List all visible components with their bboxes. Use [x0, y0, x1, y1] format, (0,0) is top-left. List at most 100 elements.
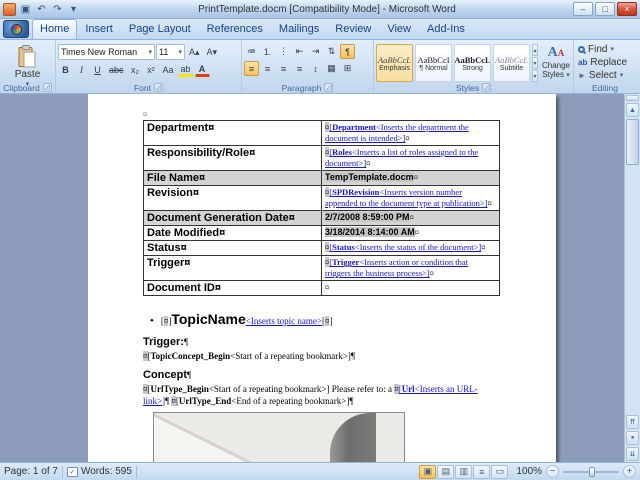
- row-value-cell[interactable]: ¤[SPDRevision<Inserts version number app…: [321, 185, 500, 212]
- maximize-button[interactable]: □: [595, 2, 615, 16]
- decrease-indent-button[interactable]: ⇤: [292, 44, 307, 59]
- row-value-cell[interactable]: TempTemplate.docm¤: [321, 170, 500, 187]
- word-count[interactable]: ✓ Words: 595: [66, 466, 132, 477]
- scroll-up-button[interactable]: ▲: [626, 103, 639, 117]
- underline-button[interactable]: U: [90, 62, 105, 77]
- increase-indent-button[interactable]: ⇥: [308, 44, 323, 59]
- row-value-cell[interactable]: 3/18/2014 8:14:00 AM¤: [321, 225, 500, 242]
- row-label-cell[interactable]: Status¤: [143, 240, 322, 257]
- italic-button[interactable]: I: [74, 62, 89, 77]
- tab-page-layout[interactable]: Page Layout: [121, 19, 199, 39]
- line-spacing-button[interactable]: ↕: [308, 61, 323, 76]
- grow-font-button[interactable]: A▴: [186, 45, 203, 60]
- row-value-cell[interactable]: ¤[Trigger<Inserts action or condition th…: [321, 255, 500, 282]
- justify-button[interactable]: ≡: [292, 61, 307, 76]
- tab-insert[interactable]: Insert: [77, 19, 121, 39]
- row-value-cell[interactable]: ¤[Status<Inserts the status of the docum…: [321, 240, 500, 257]
- strikethrough-button[interactable]: abc: [106, 62, 127, 77]
- font-size-select[interactable]: 11 ▾: [156, 44, 185, 60]
- gallery-more-button[interactable]: ▾: [532, 70, 538, 82]
- print-layout-button[interactable]: ▣: [419, 464, 437, 479]
- show-formatting-marks-button[interactable]: ¶: [340, 44, 355, 59]
- style-strong[interactable]: AaBbCcL Strong: [454, 44, 491, 82]
- document-image[interactable]: [153, 412, 405, 462]
- shrink-font-button[interactable]: A▾: [204, 45, 221, 60]
- select-browse-object-button[interactable]: ●: [626, 431, 639, 445]
- browse-previous-button[interactable]: ⇈: [626, 415, 639, 429]
- row-value-cell[interactable]: ¤[Department<Inserts the department the …: [321, 119, 500, 147]
- clipboard-dialog-launcher-icon[interactable]: ◿: [42, 83, 52, 92]
- style-emphasis[interactable]: AaBbCcL Emphasis: [376, 44, 413, 82]
- row-label-cell[interactable]: Document ID¤: [143, 280, 322, 297]
- font-size-value: 11: [159, 47, 169, 57]
- subscript-button[interactable]: x₂: [128, 62, 143, 77]
- select-button[interactable]: ► Select ▾: [576, 69, 634, 81]
- style-normal[interactable]: AaBbCcI ¶ Normal: [415, 44, 452, 82]
- superscript-button[interactable]: x²: [144, 62, 159, 77]
- gallery-down-button[interactable]: ▾: [532, 57, 538, 69]
- styles-dialog-launcher-icon[interactable]: ◿: [482, 83, 492, 92]
- document-area[interactable]: ¤ Department¤ ¤[Department<Inserts the de…: [0, 94, 624, 462]
- font-color-button[interactable]: A: [194, 62, 210, 77]
- row-label-cell[interactable]: Document Generation Date¤: [143, 210, 322, 227]
- web-layout-button[interactable]: ▥: [455, 464, 473, 479]
- paragraph-dialog-launcher-icon[interactable]: ◿: [324, 83, 334, 92]
- bullets-button[interactable]: ≔: [244, 44, 259, 59]
- page-indicator[interactable]: Page: 1 of 7: [4, 466, 58, 477]
- qat-customize-button[interactable]: ▾: [66, 2, 81, 17]
- font-dialog-launcher-icon[interactable]: ◿: [154, 83, 163, 92]
- row-label-cell[interactable]: Trigger¤: [143, 255, 322, 282]
- close-button[interactable]: ×: [617, 2, 637, 16]
- tab-view[interactable]: View: [379, 19, 419, 39]
- scroll-thumb[interactable]: [626, 119, 639, 165]
- row-value-cell[interactable]: ¤: [321, 280, 500, 297]
- draft-button[interactable]: ▭: [491, 464, 509, 479]
- scroll-track[interactable]: [625, 166, 640, 414]
- split-handle[interactable]: [626, 95, 639, 101]
- zoom-level[interactable]: 100%: [516, 466, 542, 477]
- gallery-up-button[interactable]: ▴: [532, 44, 538, 56]
- borders-button[interactable]: ⊞: [340, 61, 355, 76]
- minimize-button[interactable]: –: [573, 2, 593, 16]
- tab-references[interactable]: References: [199, 19, 271, 39]
- align-left-button[interactable]: ≡: [244, 61, 259, 76]
- tab-add-ins[interactable]: Add-Ins: [419, 19, 473, 39]
- style-subtitle[interactable]: AaBbCcL Subtitle: [493, 44, 530, 82]
- change-styles-button[interactable]: AA Change Styles ▾: [541, 44, 571, 81]
- text-highlight-button[interactable]: ab: [177, 62, 194, 77]
- align-right-button[interactable]: ≡: [276, 61, 291, 76]
- multilevel-list-button[interactable]: ⋮: [276, 44, 291, 59]
- row-value-cell[interactable]: 2/7/2008 8:59:00 PM¤: [321, 210, 500, 227]
- vertical-scrollbar[interactable]: ▲ ⇈ ● ⇊: [624, 94, 640, 462]
- change-case-button[interactable]: Aa: [160, 62, 177, 77]
- zoom-in-button[interactable]: +: [623, 465, 636, 478]
- replace-button[interactable]: ab Replace: [576, 56, 634, 68]
- office-button[interactable]: [3, 20, 29, 38]
- bold-button[interactable]: B: [58, 62, 73, 77]
- find-button[interactable]: Find ▾: [576, 43, 634, 55]
- undo-icon[interactable]: ↶: [34, 2, 49, 17]
- zoom-slider-thumb[interactable]: [589, 466, 595, 477]
- row-label-cell[interactable]: Revision¤: [143, 185, 322, 212]
- shading-button[interactable]: ▦: [324, 61, 339, 76]
- row-label-cell[interactable]: Responsibility/Role¤: [143, 145, 322, 172]
- row-value-cell[interactable]: ¤[Roles<Inserts a list of roles assigned…: [321, 145, 500, 172]
- numbering-button[interactable]: 1.: [260, 44, 275, 59]
- save-icon[interactable]: ▣: [18, 2, 33, 17]
- align-center-button[interactable]: ≡: [260, 61, 275, 76]
- row-label-cell[interactable]: File Name¤: [143, 170, 322, 187]
- zoom-out-button[interactable]: −: [546, 465, 559, 478]
- tab-mailings[interactable]: Mailings: [271, 19, 327, 39]
- zoom-slider[interactable]: [563, 466, 619, 478]
- full-screen-reading-button[interactable]: ▤: [437, 464, 455, 479]
- tab-review[interactable]: Review: [327, 19, 379, 39]
- sort-button[interactable]: ⇅: [324, 44, 339, 59]
- browse-next-button[interactable]: ⇊: [626, 447, 639, 461]
- font-family-select[interactable]: Times New Roman ▾: [58, 44, 155, 60]
- redo-icon[interactable]: ↷: [50, 2, 65, 17]
- tab-home[interactable]: Home: [32, 19, 78, 39]
- row-label-cell[interactable]: Date Modified¤: [143, 225, 322, 242]
- document-page[interactable]: ¤ Department¤ ¤[Department<Inserts the de…: [88, 94, 556, 462]
- outline-button[interactable]: ≡: [473, 464, 491, 479]
- row-label-cell[interactable]: Department¤: [143, 119, 322, 147]
